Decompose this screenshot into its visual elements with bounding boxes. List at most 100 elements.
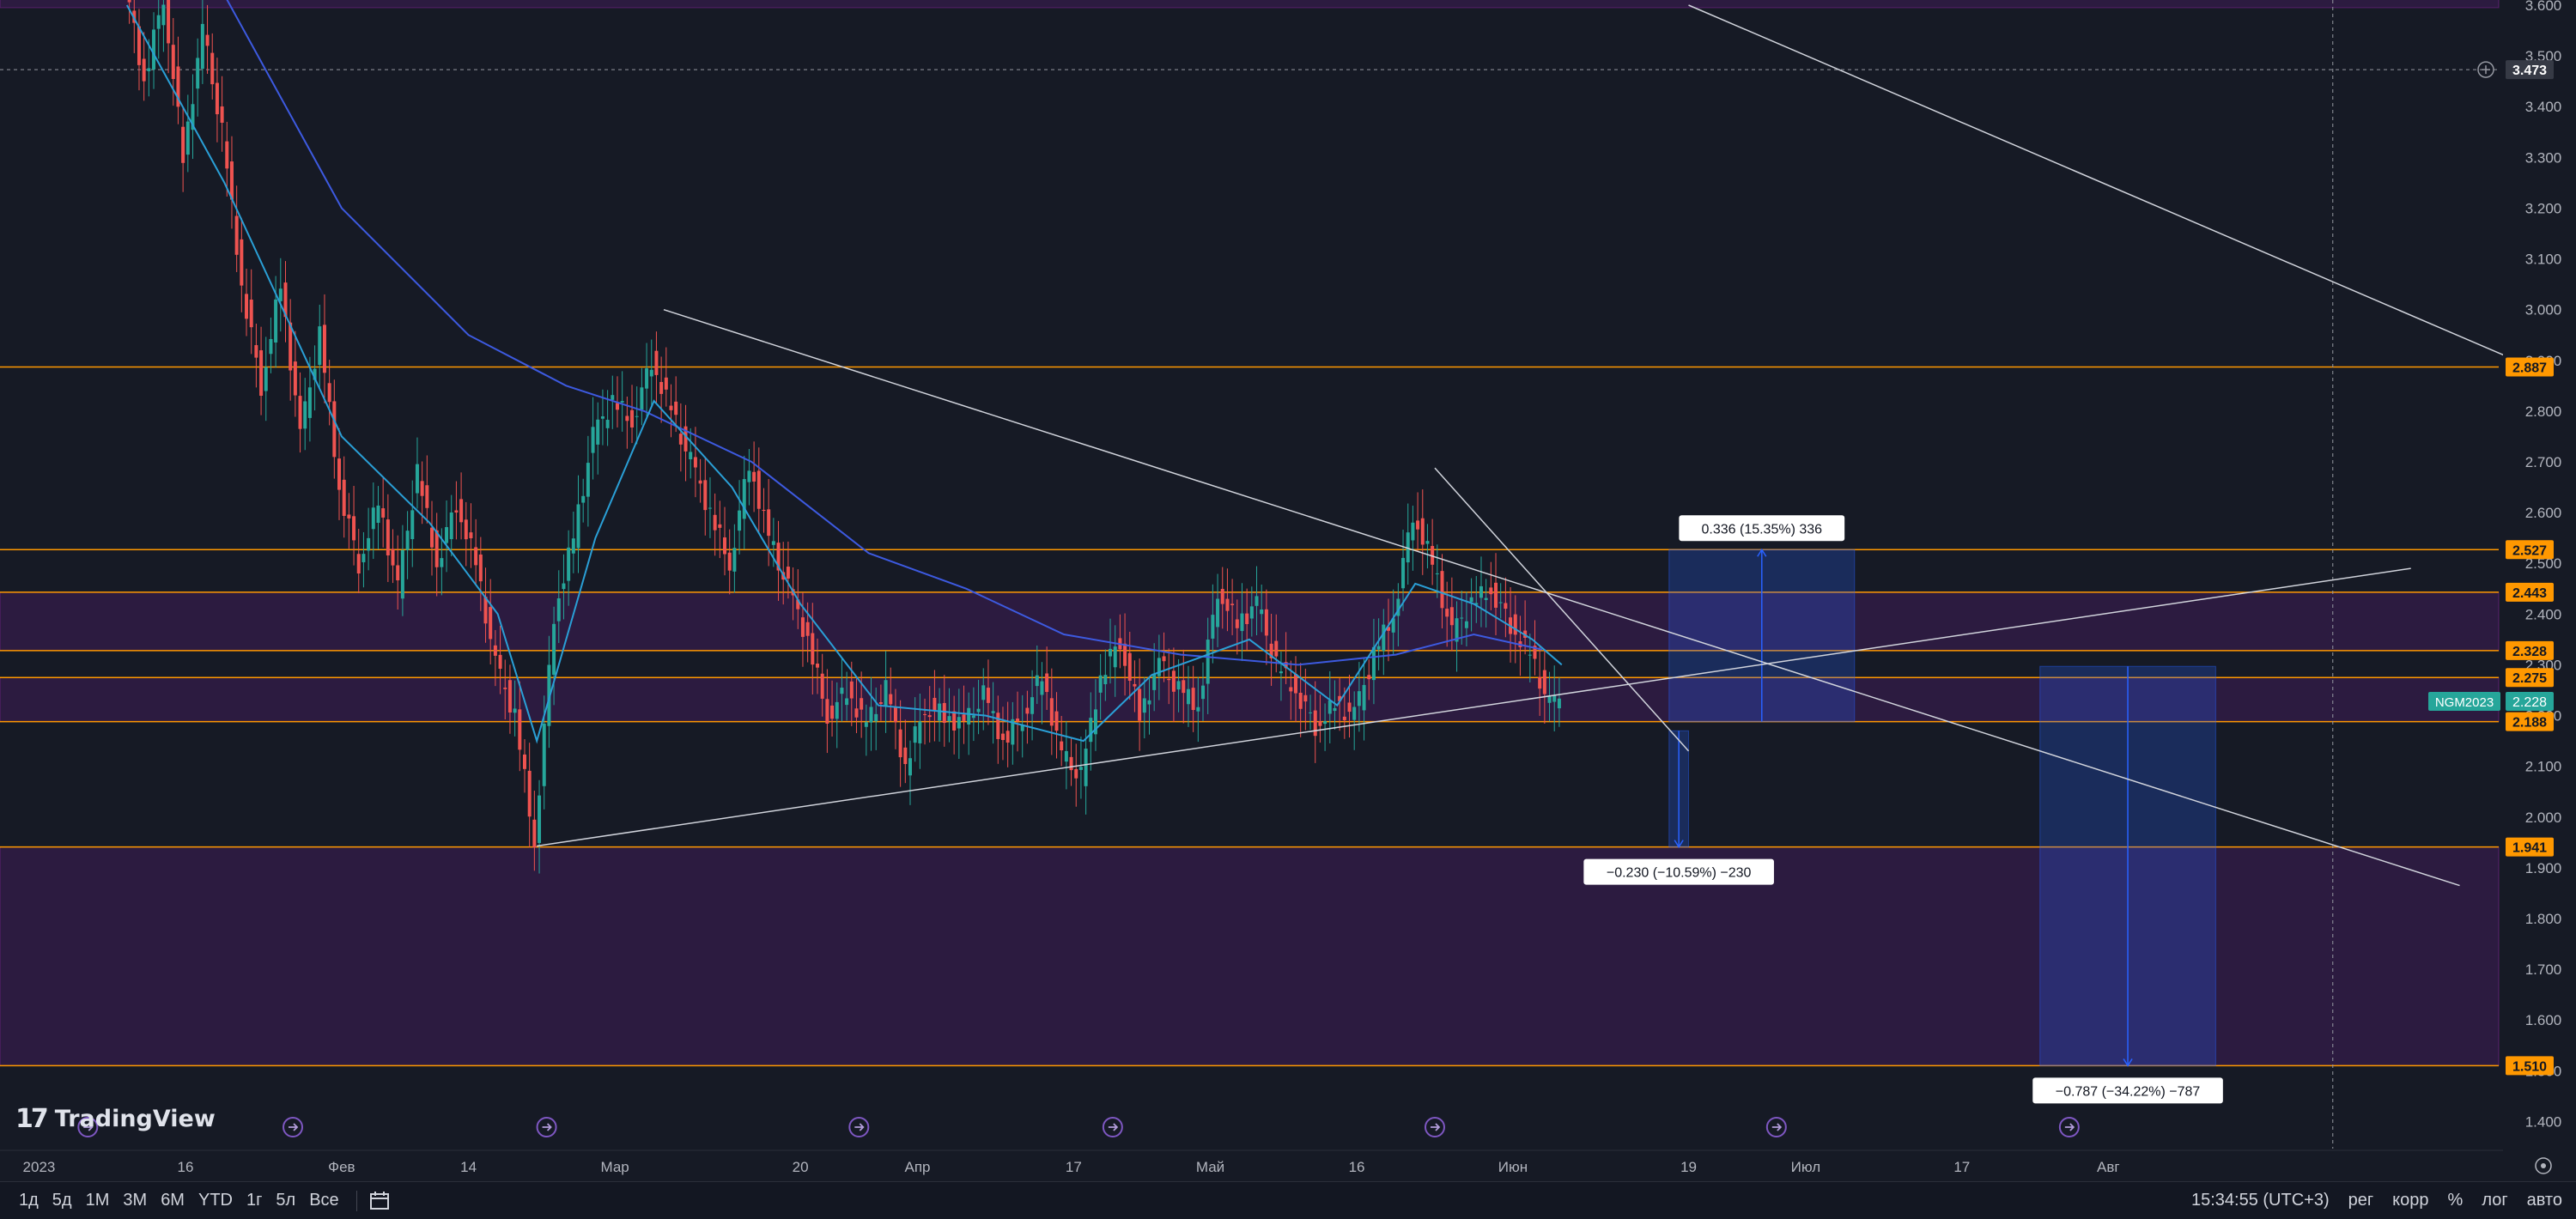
candle-body	[1411, 522, 1415, 541]
candle-body	[738, 510, 742, 531]
candle-body	[1054, 711, 1059, 731]
candle-body	[1074, 768, 1078, 779]
candle-body	[361, 554, 366, 562]
candle-body	[264, 367, 268, 391]
time-tick-label: 16	[178, 1159, 194, 1175]
timeframe-button[interactable]: 5л	[269, 1182, 302, 1219]
candle-body	[400, 549, 404, 599]
price-tick-label: 3.300	[2525, 149, 2562, 166]
timeframe-button[interactable]: 1М	[79, 1182, 117, 1219]
candle-body	[1367, 675, 1371, 680]
time-tick-label: Мар	[601, 1159, 629, 1175]
timeframe-button[interactable]: 5д	[46, 1182, 79, 1219]
candle-body	[927, 715, 932, 718]
timeframe-button[interactable]: 6М	[154, 1182, 191, 1219]
candle-body	[581, 495, 586, 503]
candle-body	[756, 470, 761, 509]
candle-body	[1333, 707, 1337, 712]
timeframe-button[interactable]: Все	[302, 1182, 345, 1219]
candle-body	[942, 702, 946, 724]
candle-body	[1182, 680, 1186, 694]
candle-body	[1069, 756, 1073, 771]
candle-body	[1489, 587, 1493, 595]
time-tick-label: 17	[1953, 1159, 1970, 1175]
candle-body	[1469, 597, 1473, 603]
time-tick-label: Июл	[1791, 1159, 1821, 1175]
candle-body	[1557, 698, 1561, 709]
candle-body	[137, 26, 141, 65]
candle-body	[923, 713, 927, 715]
candle-body	[1289, 687, 1293, 692]
candle-body	[171, 45, 175, 80]
goto-date-button[interactable]	[355, 1190, 392, 1211]
price-zone[interactable]	[0, 591, 2500, 652]
candle-body	[454, 510, 459, 513]
candle-body	[152, 29, 156, 70]
candle-body	[615, 403, 619, 410]
time-axis[interactable]	[0, 1150, 2576, 1181]
candle-body	[245, 294, 249, 319]
timeframe-button[interactable]: 3М	[116, 1182, 154, 1219]
candle-body	[298, 396, 302, 429]
candle-body	[225, 141, 229, 169]
moving-average-slow[interactable]	[224, 0, 1543, 666]
timeframe-button[interactable]: 1д	[12, 1182, 46, 1219]
price-chart[interactable]: 0.336 (15.35%) 336 −0.230 (−10.59%) −230 −…	[0, 0, 2576, 1218]
candle-body	[1191, 688, 1195, 711]
time-tick-label: 14	[460, 1159, 477, 1175]
candle-body	[1318, 721, 1322, 726]
candle-body	[742, 479, 746, 519]
candle-body	[659, 381, 664, 394]
candle-body	[381, 508, 386, 518]
candle-body	[1147, 700, 1151, 705]
event-marker-arrow	[2064, 1123, 2075, 1131]
candle-body	[611, 395, 615, 400]
price-zone[interactable]	[0, 0, 2500, 9]
timeframe-selector: 1д 5д 1М 3М 6М YTD 1г 5л Все	[12, 1182, 346, 1219]
chart-option-toggle[interactable]: %	[2448, 1191, 2464, 1210]
candle-body	[527, 770, 532, 817]
candle-body	[1152, 673, 1157, 690]
candle-body	[1016, 719, 1020, 722]
timeframe-button[interactable]: YTD	[191, 1182, 240, 1219]
candle-body	[205, 34, 210, 46]
candle-body	[440, 558, 444, 567]
candle-body	[469, 532, 473, 539]
trend-line[interactable]	[1688, 4, 2519, 362]
candle-body	[259, 350, 264, 397]
candle-body	[396, 565, 400, 581]
candle-body	[1084, 749, 1088, 786]
candle-body	[249, 300, 253, 328]
candle-body	[342, 479, 346, 516]
price-tick-label: 2.000	[2525, 810, 2562, 826]
candle-body	[337, 458, 342, 490]
candle-body	[229, 161, 234, 200]
chart-option-toggle[interactable]: корр	[2392, 1191, 2428, 1210]
candle-body	[1138, 688, 1142, 721]
timeframe-button[interactable]: 1г	[240, 1182, 269, 1219]
candle-body	[371, 507, 375, 530]
candle-body	[952, 711, 957, 731]
chart-option-toggle[interactable]: авто	[2527, 1191, 2562, 1210]
candle-body	[762, 509, 766, 512]
candle-body	[507, 680, 512, 713]
level-price-label: 2.188	[2512, 716, 2547, 731]
candle-body	[1542, 670, 1546, 694]
candle-body	[1211, 615, 1215, 639]
candle-body	[898, 729, 902, 758]
candle-body	[1357, 691, 1361, 707]
candle-body	[1049, 698, 1054, 726]
candle-body	[771, 541, 775, 545]
level-price-label: 2.443	[2512, 586, 2547, 601]
candle-body	[860, 698, 864, 710]
price-tick-label: 1.400	[2525, 1113, 2562, 1130]
candle-body	[352, 516, 356, 541]
candle-body	[410, 510, 415, 540]
candle-body	[654, 350, 659, 375]
candle-body	[1030, 697, 1035, 714]
price-tick-label: 3.200	[2525, 200, 2562, 216]
candle-body	[1171, 670, 1176, 692]
chart-option-toggle[interactable]: рег	[2348, 1191, 2374, 1210]
chart-option-toggle[interactable]: лог	[2482, 1191, 2507, 1210]
candle-body	[816, 664, 820, 668]
